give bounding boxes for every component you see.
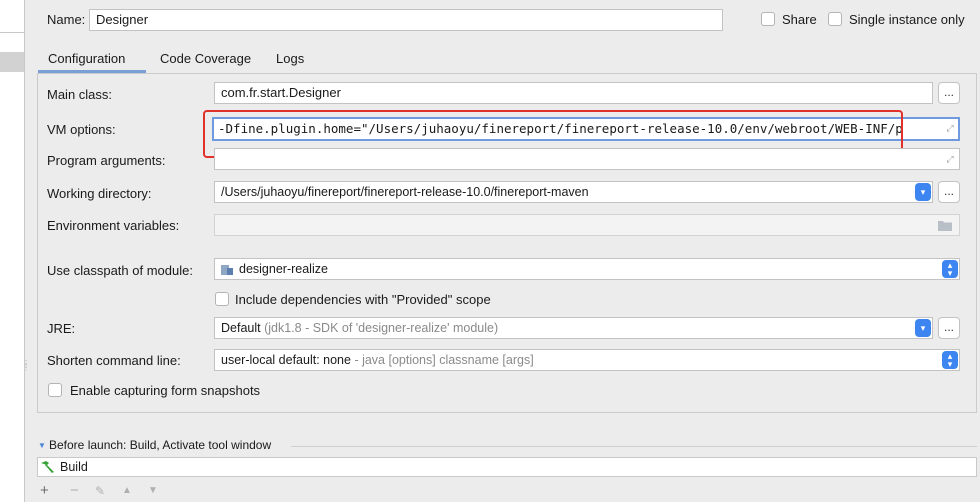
tab-code-coverage[interactable]: Code Coverage — [160, 51, 251, 66]
main-class-label: Main class: — [47, 87, 113, 102]
expand-icon[interactable]: ⤢ — [945, 123, 955, 133]
env-vars-label: Environment variables: — [47, 218, 180, 233]
single-instance-checkbox[interactable] — [828, 12, 842, 26]
section-divider — [291, 446, 977, 447]
vm-options-label: VM options: — [47, 122, 116, 137]
working-directory-browse-button[interactable]: ... — [938, 181, 960, 203]
name-input[interactable]: Designer — [89, 9, 723, 31]
arrow-down-icon[interactable]: ▼ — [148, 483, 158, 499]
classpath-label: Use classpath of module: — [47, 263, 193, 278]
working-directory-label: Working directory: — [47, 186, 152, 201]
shorten-command-line-select[interactable]: user-local default: none - java [options… — [214, 349, 960, 371]
env-vars-input[interactable] — [214, 214, 960, 236]
jre-label: JRE: — [47, 321, 76, 336]
capture-snapshots-checkbox[interactable] — [48, 383, 62, 397]
tree-divider — [0, 32, 24, 33]
minus-icon[interactable]: − — [70, 483, 79, 499]
before-launch-title: Before launch: Build, Activate tool wind… — [49, 438, 272, 452]
shorten-value: user-local default: none — [221, 353, 351, 367]
hammer-icon — [41, 461, 54, 473]
classpath-select[interactable]: designer-realize — [214, 258, 960, 280]
jre-select[interactable]: Default (jdk1.8 - SDK of 'designer-reali… — [214, 317, 933, 339]
tree-selected-item[interactable] — [0, 52, 24, 72]
program-arguments-input[interactable] — [214, 148, 960, 170]
stepper-icon[interactable]: ▴ ▾ — [942, 351, 958, 369]
jre-browse-button[interactable]: ... — [938, 317, 960, 339]
jre-value-hint: (jdk1.8 - SDK of 'designer-realize' modu… — [264, 321, 499, 335]
capture-snapshots-label: Enable capturing form snapshots — [70, 383, 261, 398]
stepper-icon[interactable]: ▴ ▾ — [942, 260, 958, 278]
working-directory-input[interactable]: /Users/juhaoyu/finereport/finereport-rel… — [214, 181, 933, 203]
program-arguments-label: Program arguments: — [47, 153, 166, 168]
chevron-down-icon[interactable]: ▾ — [915, 319, 931, 337]
share-checkbox[interactable] — [761, 12, 775, 26]
name-label: Name: — [47, 12, 86, 27]
jre-value: Default — [221, 321, 261, 335]
shorten-value-hint: - java [options] classname [args] — [354, 353, 534, 367]
shorten-command-line-label: Shorten command line: — [47, 353, 181, 368]
folder-icon[interactable] — [938, 220, 952, 231]
list-item[interactable]: Build — [60, 460, 88, 474]
expand-icon[interactable]: ⤢ — [945, 154, 955, 164]
include-deps-label: Include dependencies with "Provided" sco… — [235, 292, 491, 307]
tab-logs[interactable]: Logs — [276, 51, 304, 66]
before-launch-list — [37, 457, 977, 477]
pencil-icon[interactable]: ✎ — [95, 483, 105, 499]
include-deps-checkbox[interactable] — [215, 292, 229, 306]
arrow-up-icon[interactable]: ▲ — [122, 483, 132, 499]
chevron-down-icon[interactable]: ▾ — [915, 183, 931, 201]
tab-configuration[interactable]: Configuration — [48, 51, 125, 66]
splitter-grip[interactable]: ⋮ ⋮ — [22, 360, 30, 378]
main-class-browse-button[interactable]: ... — [938, 82, 960, 104]
single-instance-label: Single instance only — [849, 12, 965, 27]
module-icon — [221, 265, 233, 275]
main-class-input[interactable]: com.fr.start.Designer — [214, 82, 933, 104]
collapse-triangle-icon[interactable]: ▼ — [38, 442, 46, 450]
share-label: Share — [782, 12, 817, 27]
config-tree-pane — [0, 0, 25, 502]
plus-icon[interactable]: + — [40, 483, 49, 499]
